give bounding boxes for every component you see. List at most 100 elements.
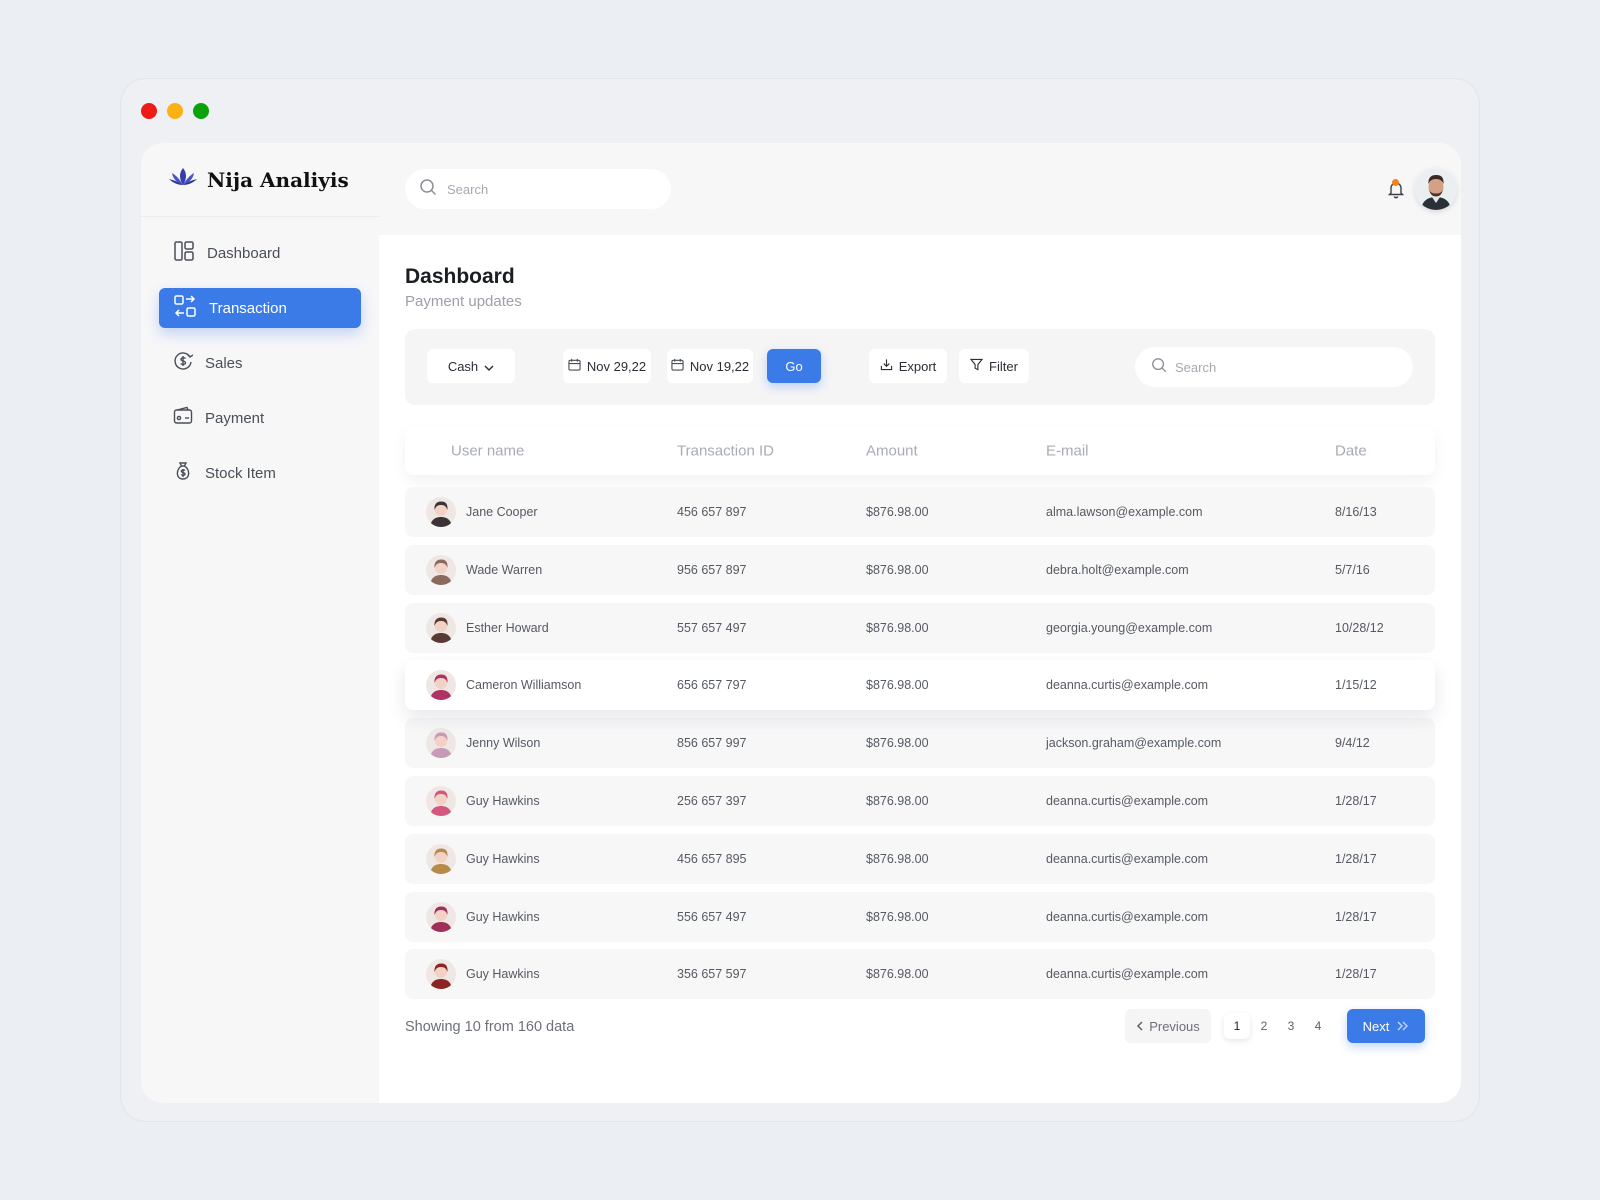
cell-date: 8/16/13 xyxy=(1335,505,1377,519)
table-row[interactable]: Guy Hawkins 456 657 895 $876.98.00 deanna.c… xyxy=(405,833,1435,884)
row-avatar xyxy=(426,785,456,816)
window-close-button[interactable] xyxy=(141,103,157,119)
table-row[interactable]: Guy Hawkins 356 657 597 $876.98.00 deanna.c… xyxy=(405,949,1435,1000)
row-avatar xyxy=(426,901,456,932)
payment-icon xyxy=(173,406,193,430)
cell-user-name: Jenny Wilson xyxy=(466,736,541,751)
filter-toolbar: Cash Nov 29,22 Nov 19,22 Go Export Filte… xyxy=(405,329,1435,405)
table-row[interactable]: Guy Hawkins 556 657 497 $876.98.00 deanna.c… xyxy=(405,891,1435,942)
sidebar-item-stock-item[interactable]: Stock Item xyxy=(159,453,361,493)
window-minimize-button[interactable] xyxy=(167,103,183,119)
column-header-email[interactable]: E-mail xyxy=(1046,443,1089,460)
table-row[interactable]: Guy Hawkins 256 657 397 $876.98.00 deanna.c… xyxy=(405,775,1435,826)
transaction-icon xyxy=(173,294,197,322)
sidebar-item-transaction[interactable]: Transaction xyxy=(159,288,361,328)
go-button[interactable]: Go xyxy=(767,349,821,383)
cell-transaction-id: 256 657 397 xyxy=(677,793,747,808)
sidebar-item-dashboard[interactable]: Dashboard xyxy=(159,233,361,273)
cell-date: 1/28/17 xyxy=(1335,967,1377,982)
stock-item-icon xyxy=(173,461,193,485)
cell-transaction-id: 556 657 497 xyxy=(677,909,747,924)
notification-badge xyxy=(1392,179,1399,186)
cell-transaction-id: 956 657 897 xyxy=(677,562,747,577)
cell-user-name: Guy Hawkins xyxy=(466,851,540,866)
date-to-value: Nov 19,22 xyxy=(689,358,750,374)
user-avatar[interactable] xyxy=(1415,168,1457,210)
cell-transaction-id: 557 657 497 xyxy=(677,620,747,635)
sidebar: Nija Analiyis Dashboard Transaction Sale… xyxy=(141,143,379,1103)
sidebar-item-sales[interactable]: Sales xyxy=(159,343,361,383)
table-row[interactable]: Jenny Wilson 856 657 997 $876.98.00 jackson… xyxy=(405,718,1435,769)
calendar-icon xyxy=(568,358,581,374)
cell-amount: $876.98.00 xyxy=(866,678,929,693)
cell-transaction-id: 456 657 895 xyxy=(677,851,747,866)
calendar-icon xyxy=(671,358,684,374)
sidebar-item-label: Transaction xyxy=(209,299,287,317)
sidebar-item-label: Sales xyxy=(205,354,243,372)
download-icon xyxy=(880,358,893,374)
app-window: Nija Analiyis Dashboard Transaction Sale… xyxy=(120,78,1480,1122)
export-button[interactable]: Export xyxy=(869,349,947,383)
cell-date: 1/28/17 xyxy=(1335,909,1377,924)
date-from-picker[interactable]: Nov 29,22 xyxy=(563,349,651,383)
page-3-button[interactable]: 3 xyxy=(1278,1013,1304,1039)
cell-amount: $876.98.00 xyxy=(866,967,929,982)
search-icon xyxy=(419,178,437,201)
table-row[interactable]: Wade Warren 956 657 897 $876.98.00 debra.ho… xyxy=(405,544,1435,595)
window-controls xyxy=(141,103,209,119)
previous-label: Previous xyxy=(1149,1018,1200,1034)
cell-amount: $876.98.00 xyxy=(866,736,929,751)
top-search-input[interactable] xyxy=(447,181,647,197)
brand-name: Nija Analiyis xyxy=(207,167,349,192)
cell-transaction-id: 656 657 797 xyxy=(677,678,747,693)
transaction-table-body: Jane Cooper 456 657 897 $876.98.00 alma.law… xyxy=(405,487,1435,1007)
cell-email: georgia.young@example.com xyxy=(1046,620,1213,635)
sidebar-item-label: Payment xyxy=(205,409,265,427)
main-content: Dashboard Payment updates Cash Nov 29,22 xyxy=(379,235,1461,1103)
payment-method-dropdown[interactable]: Cash xyxy=(427,349,515,383)
payment-method-value: Cash xyxy=(447,358,479,374)
next-label: Next xyxy=(1362,1018,1390,1034)
table-row[interactable]: Cameron Williamson 656 657 797 $876.98.00 d… xyxy=(405,660,1435,711)
cell-transaction-id: 356 657 597 xyxy=(677,967,747,982)
sidebar-item-payment[interactable]: Payment xyxy=(159,398,361,438)
table-search-input[interactable] xyxy=(1175,359,1375,375)
previous-page-button[interactable]: Previous xyxy=(1125,1009,1211,1043)
cell-email: alma.lawson@example.com xyxy=(1046,505,1203,519)
column-header-amount[interactable]: Amount xyxy=(866,443,918,460)
window-maximize-button[interactable] xyxy=(193,103,209,119)
cell-date: 1/28/17 xyxy=(1335,851,1377,866)
cell-email: jackson.graham@example.com xyxy=(1046,736,1222,751)
date-to-picker[interactable]: Nov 19,22 xyxy=(667,349,753,383)
filter-icon xyxy=(969,358,984,374)
topbar xyxy=(379,143,1461,235)
column-header-transaction-id[interactable]: Transaction ID xyxy=(677,443,774,460)
cell-user-name: Guy Hawkins xyxy=(466,909,540,924)
cell-date: 5/7/16 xyxy=(1335,562,1370,577)
row-avatar xyxy=(426,612,456,643)
page-2-button[interactable]: 2 xyxy=(1251,1013,1277,1039)
cell-amount: $876.98.00 xyxy=(866,562,929,577)
cell-amount: $876.98.00 xyxy=(866,505,929,519)
filter-button[interactable]: Filter xyxy=(959,349,1029,383)
page-1-button[interactable]: 1 xyxy=(1224,1013,1250,1039)
cell-transaction-id: 856 657 997 xyxy=(677,736,747,751)
top-search-box[interactable] xyxy=(405,169,671,209)
column-header-date[interactable]: Date xyxy=(1335,443,1367,460)
brand-logo[interactable]: Nija Analiyis xyxy=(169,167,349,192)
sidebar-item-label: Stock Item xyxy=(205,464,276,482)
search-icon xyxy=(1151,357,1167,378)
page-4-button[interactable]: 4 xyxy=(1305,1013,1331,1039)
table-row[interactable]: Esther Howard 557 657 497 $876.98.00 georgi… xyxy=(405,602,1435,653)
cell-date: 1/28/17 xyxy=(1335,793,1377,808)
table-search-box[interactable] xyxy=(1135,347,1413,387)
export-label: Export xyxy=(898,358,937,374)
table-row[interactable]: Jane Cooper 456 657 897 $876.98.00 alma.law… xyxy=(405,487,1435,537)
cell-date: 10/28/12 xyxy=(1335,620,1384,635)
next-page-button[interactable]: Next xyxy=(1347,1009,1425,1043)
date-from-value: Nov 29,22 xyxy=(586,358,647,374)
row-avatar xyxy=(426,728,456,759)
cell-user-name: Jane Cooper xyxy=(466,505,538,519)
sales-icon xyxy=(173,351,194,375)
column-header-user[interactable]: User name xyxy=(451,443,524,460)
